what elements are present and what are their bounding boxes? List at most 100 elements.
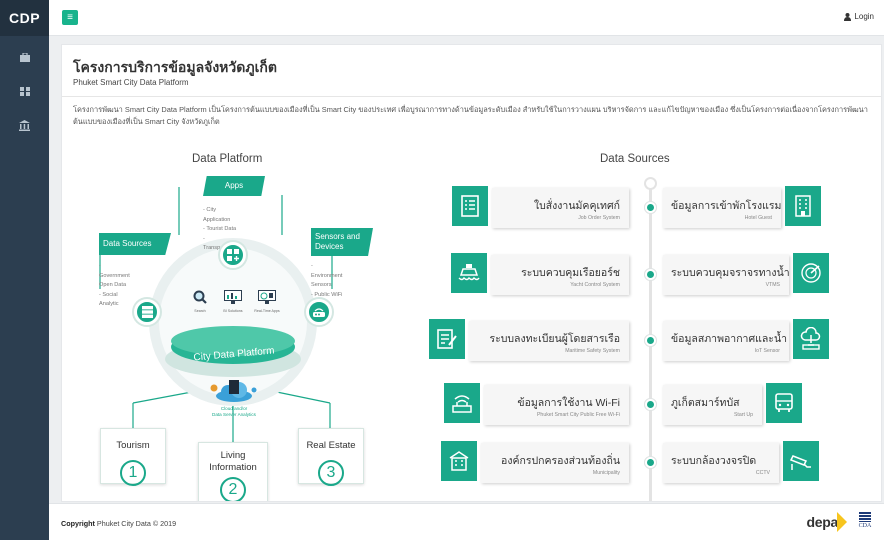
data-sources-heading: Data Sources xyxy=(600,153,670,165)
timeline-dot xyxy=(645,202,656,213)
top-navbar: ≡ Login xyxy=(49,0,884,36)
output-real-estate-number: 3 xyxy=(318,460,344,486)
login-link[interactable]: Login xyxy=(844,12,874,21)
data-source-subtitle: CCTV xyxy=(755,470,770,476)
output-tourism-label: Tourism xyxy=(116,440,150,451)
data-sources-item: - Social Analytic xyxy=(99,291,119,308)
data-source-card[interactable]: ภูเก็ตสมาร์ทบัส Start Up xyxy=(663,385,762,425)
apps-label: Apps xyxy=(224,181,244,190)
data-source-card[interactable]: ระบบควบคุมเรือยอร์ช Yacht Control System xyxy=(491,255,629,295)
output-living-label: Living Information xyxy=(209,450,257,473)
data-source-card[interactable]: ใบสั่งงานมัคคุเทศก์ Job Order System xyxy=(492,188,629,228)
data-source-card[interactable]: ข้อมูลสภาพอากาศและน้ำ IoT Sensor xyxy=(663,321,789,361)
output-tourism-number: 1 xyxy=(120,460,146,486)
data-source-subtitle: Hotel Guest xyxy=(744,215,772,221)
apps-node-icon[interactable] xyxy=(220,242,246,268)
apps-item: - Tourist Data xyxy=(203,226,237,232)
footer: Copyright Phuket City Data © 2019 depa C… xyxy=(49,503,884,540)
search-tile-label: Search xyxy=(194,309,206,313)
data-source-card[interactable]: ข้อมูลการเข้าพักโรงแรม Hotel Guest xyxy=(663,188,781,228)
search-tile[interactable]: Search xyxy=(190,290,210,314)
data-source-card[interactable]: องค์กรปกครองส่วนท้องถิ่น Municipality xyxy=(481,443,629,483)
cda-logo: CDA xyxy=(854,512,876,529)
copyright-text: Copyright Phuket City Data © 2019 xyxy=(61,519,176,528)
dashboard-icon xyxy=(258,290,276,304)
data-source-title: ข้อมูลการใช้งาน Wi-Fi xyxy=(517,397,620,409)
depa-logo-mark xyxy=(837,512,847,532)
data-source-subtitle: Maritime Safety System xyxy=(565,348,620,354)
router-node-icon[interactable] xyxy=(306,299,332,325)
briefcase-icon[interactable] xyxy=(0,42,49,72)
data-source-subtitle: Yacht Control System xyxy=(570,282,620,288)
cloud-server-icon xyxy=(210,378,258,404)
data-source-subtitle: VTMS xyxy=(765,282,780,288)
wifi-router-icon xyxy=(444,383,480,423)
data-source-title: ใบสั่งงานมัคคุเทศก์ xyxy=(533,200,620,212)
document-list-icon xyxy=(452,186,488,226)
cda-logo-text: CDA xyxy=(858,523,872,529)
data-source-subtitle: Phuket Smart City Public Free Wi-Fi xyxy=(536,412,620,418)
cloud-label: Cloud and/or Data Server Analytics xyxy=(192,406,276,417)
timeline-start xyxy=(644,177,657,190)
register-form-icon xyxy=(429,319,465,359)
main-panel: โครงการบริการข้อมูลจังหวัดภูเก็ต Phuket … xyxy=(61,44,882,502)
bi-solutions-tile-label: BI Solutions xyxy=(223,309,243,313)
depa-logo: depa xyxy=(806,514,839,530)
data-source-title: ข้อมูลการเข้าพักโรงแรม xyxy=(671,200,782,212)
data-source-card[interactable]: ระบบลงทะเบียนผู้โดยสารเรือ Maritime Safet… xyxy=(469,321,629,361)
data-source-subtitle: Start Up xyxy=(733,412,753,418)
apps-box[interactable]: Apps xyxy=(203,176,265,196)
grid-icon[interactable] xyxy=(0,76,49,106)
copyright-rest: Phuket City Data © 2019 xyxy=(94,519,177,528)
apps-item: - City Application xyxy=(203,207,231,223)
hotel-icon xyxy=(785,186,821,226)
sensors-box[interactable]: Sensors and Devices xyxy=(311,228,373,256)
data-sources-box[interactable]: Data Sources xyxy=(99,233,171,255)
cloud-label-line2: Data Server Analytics xyxy=(212,411,256,417)
data-source-title: องค์กรปกครองส่วนท้องถิ่น xyxy=(501,455,620,467)
data-source-title: ระบบลงทะเบียนผู้โดยสารเรือ xyxy=(489,333,620,345)
database-node-icon[interactable] xyxy=(134,299,160,325)
bi-solutions-tile[interactable]: BI Solutions xyxy=(219,290,247,314)
municipality-building-icon xyxy=(441,441,477,481)
data-source-title: ระบบควบคุมจราจรทางน้ำ xyxy=(671,267,790,279)
data-source-subtitle: Municipality xyxy=(592,470,620,476)
radar-icon xyxy=(793,253,829,293)
data-source-subtitle: IoT Sensor xyxy=(754,348,780,354)
chart-monitor-icon xyxy=(224,290,242,304)
brand-logo[interactable]: CDP xyxy=(0,0,49,36)
copyright-bold: Copyright xyxy=(61,519,95,528)
login-label: Login xyxy=(854,12,874,21)
data-source-subtitle: Job Order System xyxy=(578,215,620,221)
data-source-card[interactable]: ระบบกล้องวงจรปิด CCTV xyxy=(663,443,779,483)
cloud-sensor-icon xyxy=(793,319,829,359)
sensors-item: - Environment Sensors xyxy=(311,263,343,288)
data-source-card[interactable]: ข้อมูลการใช้งาน Wi-Fi Phuket Smart City P… xyxy=(484,385,629,425)
bus-icon xyxy=(766,383,802,423)
data-source-title: ภูเก็ตสมาร์ทบัส xyxy=(671,397,740,409)
data-source-title: ข้อมูลสภาพอากาศและน้ำ xyxy=(671,333,788,345)
realtime-apps-tile-label: Real-Time Apps xyxy=(254,309,280,313)
timeline-dot xyxy=(645,335,656,346)
bank-icon[interactable] xyxy=(0,110,49,140)
data-source-card[interactable]: ระบบควบคุมจราจรทางน้ำ VTMS xyxy=(663,255,790,295)
data-source-title: ระบบควบคุมเรือยอร์ช xyxy=(521,267,620,279)
sensors-list: - Environment Sensors - Public WiFi xyxy=(311,262,342,300)
timeline-dot xyxy=(645,399,656,410)
output-real-estate-label: Real Estate xyxy=(306,440,356,451)
data-sources-item: - Government Open Data xyxy=(99,263,130,288)
search-icon xyxy=(193,290,207,304)
output-living-number: 2 xyxy=(220,477,246,501)
ship-icon xyxy=(451,253,487,293)
user-icon xyxy=(844,12,852,21)
sensors-label: Sensors and Devices xyxy=(315,232,360,251)
timeline-dot xyxy=(645,457,656,468)
timeline-dot xyxy=(645,269,656,280)
data-source-title: ระบบกล้องวงจรปิด xyxy=(671,455,757,467)
menu-toggle-button[interactable]: ≡ xyxy=(62,10,78,25)
cctv-icon xyxy=(783,441,819,481)
sidebar: CDP xyxy=(0,0,49,540)
data-sources-label: Data Sources xyxy=(103,239,152,248)
data-sources-list: - Government Open Data - Social Analytic xyxy=(99,262,130,310)
realtime-apps-tile[interactable]: Real-Time Apps xyxy=(251,290,283,314)
